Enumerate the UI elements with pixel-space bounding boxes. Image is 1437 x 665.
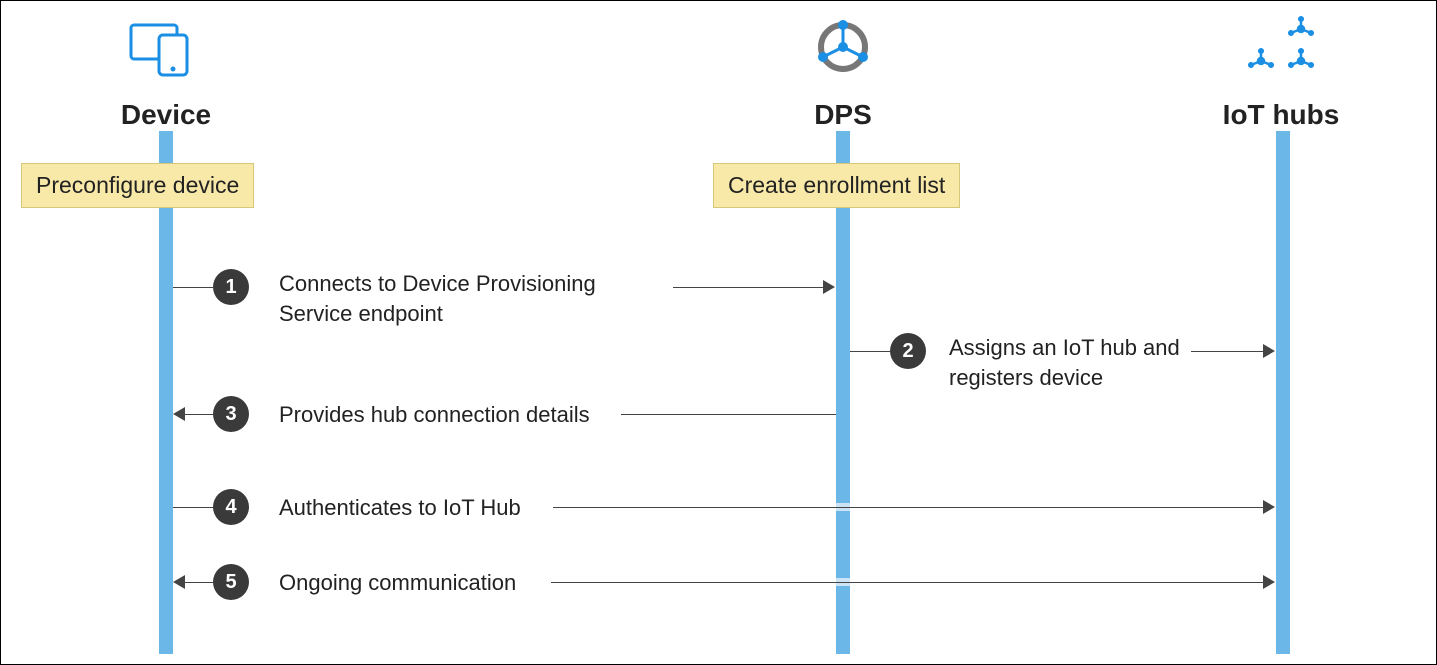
arrow-step2: [1191, 351, 1263, 352]
arrow-step1-stub: [173, 287, 213, 288]
step4-number: 4: [225, 496, 236, 519]
iothubs-title: IoT hubs: [1211, 99, 1351, 131]
iothubs-lifeline: [1276, 131, 1290, 654]
iothubs-icon: [1241, 15, 1321, 79]
arrow-step3-head: [173, 407, 185, 421]
step1-number: 1: [225, 276, 236, 299]
step5-text: Ongoing communication: [279, 568, 516, 598]
step2-label: Assigns an IoT hub and registers device: [949, 335, 1180, 390]
arrow-step4: [553, 507, 1263, 508]
arrow-step3-stub: [185, 414, 213, 415]
step5-label: Ongoing communication: [279, 570, 516, 595]
arrow-step1-head: [823, 280, 835, 294]
step3-label: Provides hub connection details: [279, 402, 590, 427]
step5-number: 5: [225, 571, 236, 594]
step4-text: Authenticates to IoT Hub: [279, 493, 521, 523]
dps-title: DPS: [811, 99, 875, 131]
device-icon: [129, 19, 199, 77]
step3-number: 3: [225, 403, 236, 426]
arrow-step2-head: [1263, 344, 1275, 358]
step2-number: 2: [902, 340, 913, 363]
create-enrollment-box: Create enrollment list: [713, 163, 960, 208]
arrow-step5: [551, 582, 1263, 583]
step3-text: Provides hub connection details: [279, 400, 590, 430]
step2-text: Assigns an IoT hub and registers device: [949, 333, 1180, 392]
arrow-step4-head: [1263, 500, 1275, 514]
device-title: Device: [111, 99, 221, 131]
step5-badge: 5: [213, 564, 249, 600]
step2-badge: 2: [890, 333, 926, 369]
arrow-step5-head-r: [1263, 575, 1275, 589]
step1-badge: 1: [213, 269, 249, 305]
step1-text: Connects to Device Provisioning Service …: [279, 269, 596, 328]
arrow-step5-head-l: [173, 575, 185, 589]
arrow-step4-stub: [173, 507, 213, 508]
arrow-step2-stub: [850, 351, 890, 352]
device-lifeline: [159, 131, 173, 654]
dps-lifeline: [836, 131, 850, 654]
arrow-step1: [673, 287, 823, 288]
step1-label: Connects to Device Provisioning Service …: [279, 271, 596, 326]
step4-label: Authenticates to IoT Hub: [279, 495, 521, 520]
step3-badge: 3: [213, 396, 249, 432]
preconfigure-device-box: Preconfigure device: [21, 163, 254, 208]
arrow-step5-stub: [185, 582, 213, 583]
step4-badge: 4: [213, 489, 249, 525]
dps-icon: [811, 15, 875, 79]
arrow-step3: [621, 414, 836, 415]
